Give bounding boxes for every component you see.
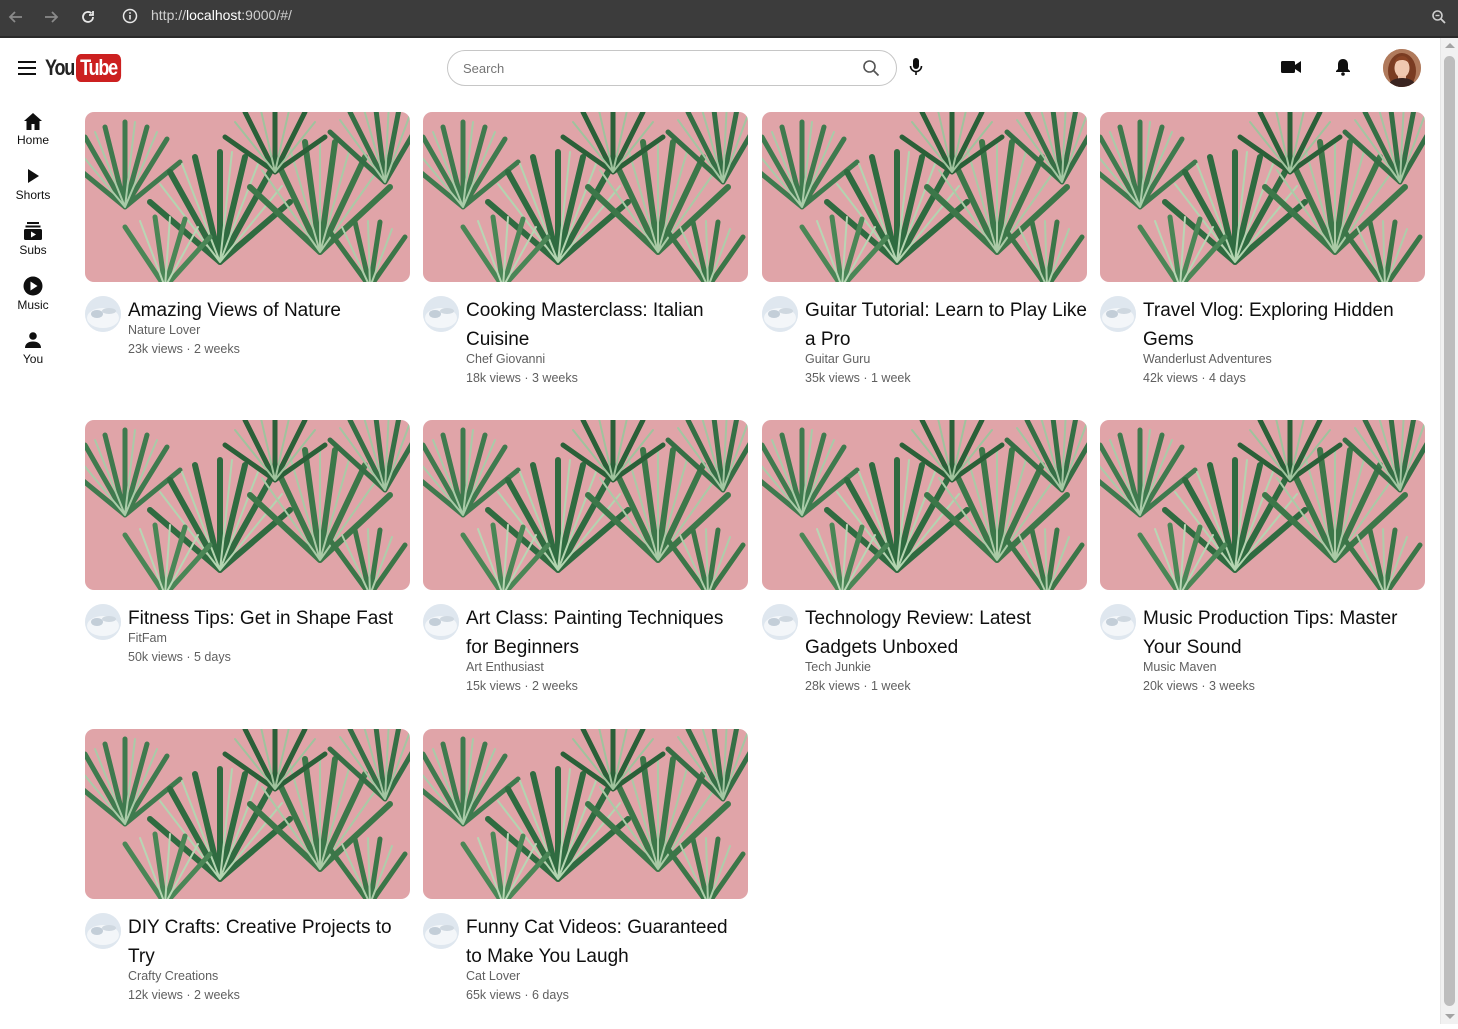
search-icon[interactable] [860,57,882,79]
reload-icon[interactable] [77,6,99,28]
microphone-icon[interactable] [905,55,927,79]
video-card[interactable]: Travel Vlog: Exploring Hidden Gems Wander… [1100,112,1425,412]
channel-name[interactable]: Crafty Creations [128,967,218,986]
video-title[interactable]: Art Class: Painting Techniques for Begin… [466,604,748,662]
channel-avatar[interactable] [85,604,121,640]
video-card[interactable]: Art Class: Painting Techniques for Begin… [423,420,748,720]
zoom-icon[interactable] [1428,6,1450,28]
video-stats: 15k views · 2 weeks [466,679,578,693]
video-card[interactable]: Music Production Tips: Master Your Sound… [1100,420,1425,720]
video-thumbnail[interactable] [1100,112,1425,282]
video-thumbnail[interactable] [423,729,748,899]
channel-name[interactable]: Cat Lover [466,967,520,986]
forward-arrow-icon[interactable] [40,6,62,28]
video-stats: 35k views · 1 week [805,371,911,385]
channel-avatar[interactable] [1100,604,1136,640]
channel-name[interactable]: Art Enthusiast [466,658,544,677]
video-card[interactable]: DIY Crafts: Creative Projects to Try Craf… [85,729,410,1029]
video-thumbnail[interactable] [85,112,410,282]
channel-avatar[interactable] [762,604,798,640]
scroll-up-arrow-icon[interactable] [1445,43,1455,48]
channel-avatar[interactable] [423,296,459,332]
home-icon [22,110,44,132]
notifications-bell-icon[interactable] [1331,55,1355,79]
person-icon [22,329,44,351]
channel-avatar[interactable] [85,296,121,332]
video-title[interactable]: Technology Review: Latest Gadgets Unboxe… [805,604,1087,662]
sidebar-item-label: Music [17,298,49,312]
video-stats: 28k views · 1 week [805,679,911,693]
youtube-logo[interactable]: You Tube [45,54,131,82]
video-title[interactable]: Fitness Tips: Get in Shape Fast [128,604,410,633]
sidebar-item-home[interactable]: Home [0,110,66,158]
logo-tube-text: Tube [76,54,122,82]
logo-you-text: You [45,55,75,80]
video-thumbnail[interactable] [762,420,1087,590]
video-card[interactable]: Funny Cat Videos: Guaranteed to Make You… [423,729,748,1029]
search-input[interactable] [463,60,843,76]
video-title[interactable]: Cooking Masterclass: Italian Cuisine [466,296,748,354]
play-icon [22,165,44,187]
video-card[interactable]: Cooking Masterclass: Italian Cuisine Chef… [423,112,748,412]
user-avatar[interactable] [1383,49,1421,87]
video-stats: 18k views · 3 weeks [466,371,578,385]
video-card[interactable]: Fitness Tips: Get in Shape Fast FitFam 50k… [85,420,410,720]
page-scrollbar[interactable] [1440,38,1458,1024]
sidebar-item-label: You [22,352,44,366]
video-thumbnail[interactable] [423,420,748,590]
channel-name[interactable]: Tech Junkie [805,658,871,677]
subscriptions-icon [22,220,44,242]
video-thumbnail[interactable] [423,112,748,282]
video-thumbnail[interactable] [85,729,410,899]
video-title[interactable]: Funny Cat Videos: Guaranteed to Make You… [466,913,748,971]
video-stats: 50k views · 5 days [128,650,231,664]
video-title[interactable]: Travel Vlog: Exploring Hidden Gems [1143,296,1425,354]
video-title[interactable]: Guitar Tutorial: Learn to Play Like a Pr… [805,296,1087,354]
scrollbar-thumb[interactable] [1444,56,1455,1006]
video-card[interactable]: Technology Review: Latest Gadgets Unboxe… [762,420,1087,720]
sidebar-item-shorts[interactable]: Shorts [0,165,66,213]
sidebar-item-label: Subs [19,243,47,257]
sidebar-item-music[interactable]: Music [0,275,66,323]
address-bar[interactable]: http://localhost:9000/#/ [151,7,292,23]
video-title[interactable]: Music Production Tips: Master Your Sound [1143,604,1425,662]
sidebar-item-label: Home [16,133,49,147]
channel-avatar[interactable] [1100,296,1136,332]
channel-name[interactable]: Chef Giovanni [466,350,545,369]
channel-avatar[interactable] [85,913,121,949]
channel-name[interactable]: Nature Lover [128,321,200,340]
browser-toolbar: http://localhost:9000/#/ [0,0,1458,38]
hamburger-menu-icon[interactable] [16,57,38,79]
video-stats: 65k views · 6 days [466,988,569,1002]
channel-name[interactable]: Music Maven [1143,658,1217,677]
video-card[interactable]: Guitar Tutorial: Learn to Play Like a Pr… [762,112,1087,412]
video-thumbnail[interactable] [762,112,1087,282]
video-stats: 12k views · 2 weeks [128,988,240,1002]
video-thumbnail[interactable] [85,420,410,590]
video-stats: 42k views · 4 days [1143,371,1246,385]
sidebar-item-subs[interactable]: Subs [0,220,66,268]
video-card[interactable]: Amazing Views of Nature Nature Lover 23k v… [85,112,410,412]
channel-name[interactable]: FitFam [128,629,167,648]
scroll-down-arrow-icon[interactable] [1445,1014,1455,1019]
channel-name[interactable]: Guitar Guru [805,350,870,369]
video-thumbnail[interactable] [1100,420,1425,590]
music-icon [22,275,44,297]
search-box [447,50,897,86]
back-arrow-icon[interactable] [5,6,27,28]
masthead: You Tube [0,38,1440,98]
video-stats: 20k views · 3 weeks [1143,679,1255,693]
create-video-icon[interactable] [1279,55,1303,79]
video-title[interactable]: DIY Crafts: Creative Projects to Try [128,913,410,971]
site-info-icon[interactable] [118,5,142,27]
channel-avatar[interactable] [423,604,459,640]
channel-name[interactable]: Wanderlust Adventures [1143,350,1272,369]
channel-avatar[interactable] [423,913,459,949]
sidebar-item-label: Shorts [15,188,51,202]
sidebar-item-you[interactable]: You [0,329,66,377]
channel-avatar[interactable] [762,296,798,332]
video-stats: 23k views · 2 weeks [128,342,240,356]
